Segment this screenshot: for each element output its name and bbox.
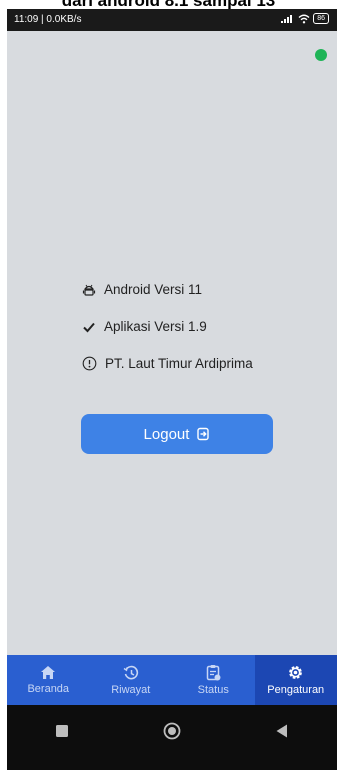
android-icon (82, 284, 96, 296)
history-icon (123, 665, 138, 679)
company-text: PT. Laut Timur Ardiprima (105, 356, 253, 371)
nav-item-riwayat[interactable]: Riwayat (90, 655, 173, 705)
logout-icon (197, 427, 210, 441)
phone-screen: 11:09 | 0.0KB/s 86 Android Versi 11 Apli… (7, 9, 337, 770)
nav-label-pengaturan: Pengaturan (267, 684, 325, 696)
check-icon (83, 322, 95, 332)
home-icon (41, 666, 56, 679)
signal-icon (281, 15, 293, 23)
wifi-icon (298, 14, 310, 23)
android-version-text: Android Versi 11 (104, 282, 203, 297)
recents-button[interactable] (53, 722, 71, 740)
clipboard-icon (206, 665, 221, 681)
nav-label-status: Status (197, 684, 229, 696)
company-row: PT. Laut Timur Ardiprima (82, 356, 253, 371)
info-icon (82, 356, 97, 371)
recents-icon (56, 725, 68, 737)
nav-label-beranda: Beranda (27, 683, 70, 695)
nav-item-status[interactable]: Status (172, 655, 255, 705)
home-circle-icon (163, 722, 181, 740)
app-version-text: Aplikasi Versi 1.9 (104, 319, 207, 334)
battery-icon: 86 (313, 13, 329, 24)
bottom-nav: Beranda Riwayat Status Pengaturan (7, 655, 337, 705)
nav-item-pengaturan[interactable]: Pengaturan (254, 655, 337, 705)
app-version-row: Aplikasi Versi 1.9 (82, 319, 207, 334)
back-icon (276, 724, 287, 738)
home-system-button[interactable] (163, 722, 181, 740)
gear-icon (289, 666, 303, 679)
back-button[interactable] (273, 722, 291, 740)
logout-label: Logout (143, 425, 190, 443)
status-icons: 86 (281, 13, 329, 24)
logout-button[interactable]: Logout (81, 414, 273, 454)
online-status-dot (315, 49, 327, 61)
android-version-row: Android Versi 11 (82, 282, 202, 297)
system-navigation-bar (7, 705, 337, 770)
status-time: 11:09 | 0.0KB/s (14, 14, 82, 25)
status-bar: 11:09 | 0.0KB/s 86 (7, 9, 337, 31)
nav-item-beranda[interactable]: Beranda (7, 655, 90, 705)
nav-label-riwayat: Riwayat (111, 683, 151, 696)
